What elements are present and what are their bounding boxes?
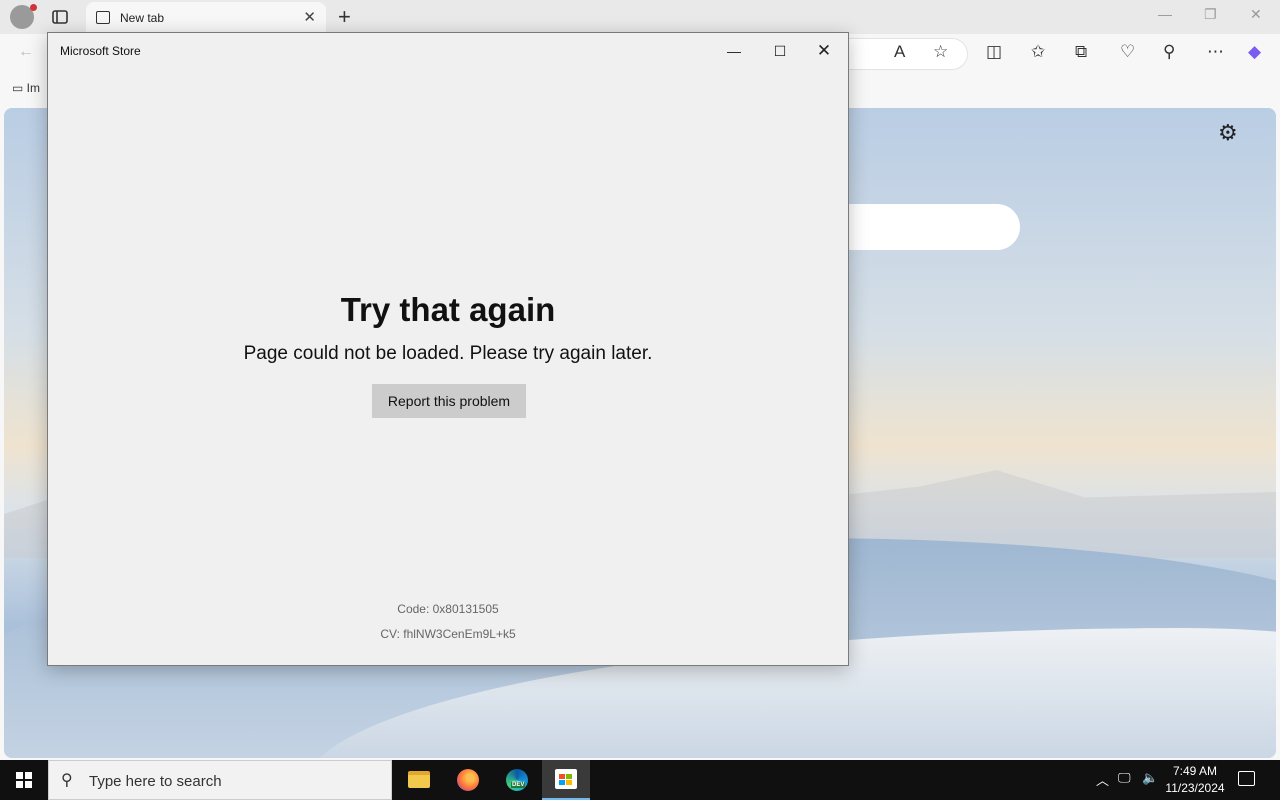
split-screen-icon[interactable]: ◫ — [986, 42, 1002, 62]
share-icon[interactable]: ⚲ — [1163, 42, 1175, 62]
error-title: Try that again — [340, 291, 556, 328]
browser-restore-icon[interactable]: ❐ — [1204, 6, 1217, 23]
search-icon: ⚲ — [61, 772, 73, 789]
taskbar-search-box[interactable]: ⚲ Type here to search — [48, 760, 392, 800]
tab-strip: New tab ✕ + — ❐ ✕ — [0, 0, 1280, 34]
edge-dev-icon — [506, 769, 528, 791]
volume-muted-icon[interactable]: 🔈 — [1142, 770, 1158, 786]
error-message: Page could not be loaded. Please try aga… — [243, 343, 653, 364]
store-maximize-icon[interactable]: ☐ — [758, 37, 802, 65]
microsoft-store-window: Microsoft Store — ☐ ✕ Try that again Pag… — [47, 32, 849, 666]
microsoft-store-icon — [555, 769, 577, 789]
start-button[interactable] — [0, 760, 48, 800]
taskbar-search-placeholder: Type here to search — [89, 773, 222, 790]
more-menu-icon[interactable]: ⋯ — [1207, 42, 1224, 62]
taskbar-microsoft-store[interactable] — [542, 760, 590, 800]
tab-actions-icon[interactable] — [50, 7, 70, 27]
taskbar: ⚲ Type here to search ︿ 🖵 🔈 7:49 AM 11/2… — [0, 760, 1280, 800]
browser-essentials-icon[interactable]: ♡ — [1120, 42, 1135, 62]
store-close-icon[interactable]: ✕ — [802, 37, 846, 65]
favorite-star-icon[interactable]: ☆ — [933, 42, 948, 62]
firefox-icon — [457, 769, 479, 791]
ntp-search-box[interactable] — [842, 204, 1020, 250]
tab-new-tab[interactable]: New tab ✕ — [86, 2, 326, 34]
notification-center-icon[interactable] — [1238, 771, 1255, 786]
network-icon[interactable]: 🖵 — [1118, 770, 1131, 786]
clock-time: 7:49 AM — [1172, 764, 1218, 778]
store-window-title: Microsoft Store — [60, 44, 141, 58]
collections-icon[interactable]: ⧉ — [1075, 42, 1087, 62]
report-problem-button[interactable]: Report this problem — [372, 384, 526, 418]
tab-title: New tab — [120, 11, 165, 25]
clock-date: 11/23/2024 — [1165, 781, 1225, 795]
store-minimize-icon[interactable]: — — [712, 37, 756, 65]
favorites-item-label: Im — [26, 81, 41, 95]
favorites-icon[interactable]: ✩ — [1031, 42, 1045, 62]
windows-logo-icon — [16, 772, 32, 788]
read-aloud-icon[interactable]: A — [894, 42, 905, 62]
taskbar-firefox[interactable] — [444, 760, 492, 800]
show-hidden-icons-chevron-icon[interactable]: ︿ — [1096, 770, 1109, 789]
taskbar-clock[interactable]: 7:49 AM 11/23/2024 — [1160, 763, 1230, 797]
taskbar-file-explorer[interactable] — [395, 760, 443, 800]
back-arrow-icon[interactable]: ← — [18, 43, 34, 61]
error-code: Code: 0x80131505 — [397, 602, 499, 616]
new-tab-page-icon — [96, 11, 110, 24]
favorites-bar-item[interactable]: ▭ Im — [12, 81, 40, 95]
browser-minimize-icon[interactable]: — — [1158, 6, 1172, 22]
profile-avatar-icon[interactable] — [10, 4, 37, 29]
taskbar-edge-dev[interactable] — [493, 760, 541, 800]
correlation-vector: CV: fhlNW3CenEm9L+k5 — [380, 627, 516, 641]
copilot-icon[interactable]: ◆ — [1248, 42, 1261, 62]
tab-close-icon[interactable]: ✕ — [303, 8, 316, 26]
settings-gear-icon[interactable]: ⚙ — [1218, 120, 1238, 146]
new-tab-button[interactable]: + — [338, 4, 351, 30]
browser-close-icon[interactable]: ✕ — [1250, 6, 1262, 23]
file-explorer-icon — [408, 771, 430, 788]
